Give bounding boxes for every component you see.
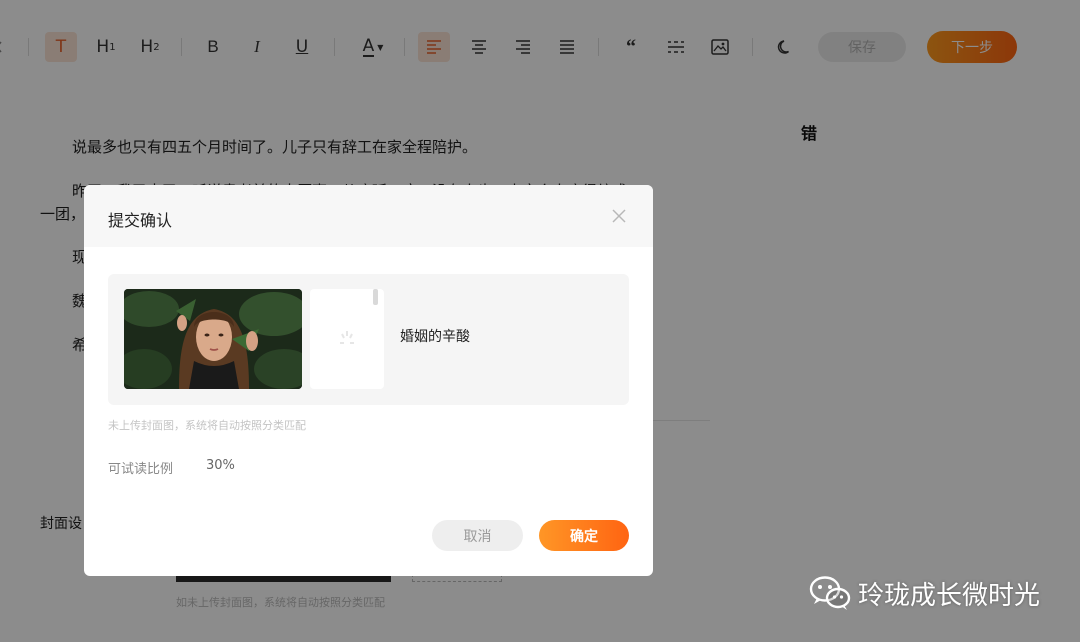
wechat-icon <box>809 576 851 610</box>
confirm-button[interactable]: 确定 <box>539 520 629 551</box>
cover-image[interactable] <box>124 289 302 389</box>
cancel-button[interactable]: 取消 <box>432 520 523 551</box>
dialog-header: 提交确认 <box>84 185 653 247</box>
watermark: 玲珑成长微时光 <box>808 573 1040 613</box>
loading-icon <box>340 331 354 344</box>
dialog-title: 提交确认 <box>108 211 173 230</box>
article-title: 婚姻的辛酸 <box>400 329 470 345</box>
watermark-text: 玲珑成长微时光 <box>858 580 1041 611</box>
cover-hint: 未上传封面图，系统将自动按照分类匹配 <box>108 419 306 432</box>
close-icon[interactable] <box>608 205 630 227</box>
submit-confirm-dialog: 提交确认 婚姻的辛酸 未上传封面图，系统将自动按照分类匹配 可试读比例 30% … <box>84 185 653 576</box>
trial-ratio-label: 可试读比例 <box>108 462 174 477</box>
cover-preview-card: 婚姻的辛酸 <box>108 274 629 405</box>
cover-placeholder[interactable] <box>310 289 384 389</box>
scrollbar[interactable] <box>373 289 378 305</box>
trial-ratio-value[interactable]: 30% <box>206 458 235 473</box>
